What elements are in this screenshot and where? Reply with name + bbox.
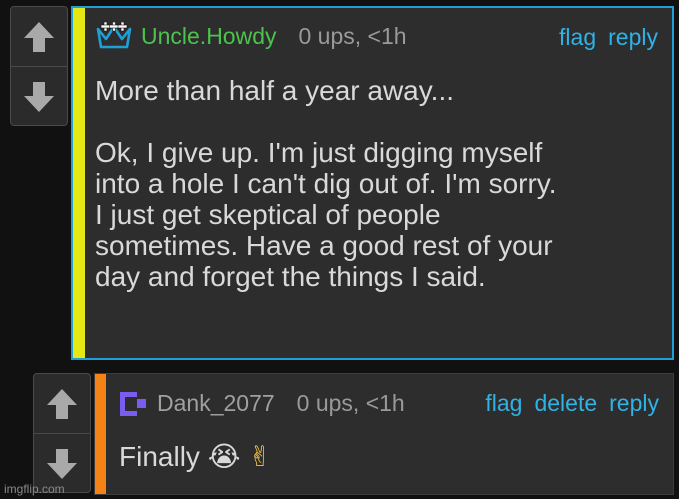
crown-icon <box>96 22 132 49</box>
comment-stats: 0 ups, <1h <box>298 22 407 49</box>
purple-pixel-icon <box>120 391 146 416</box>
upvote-arrow-icon <box>47 388 77 419</box>
downvote-button-1[interactable] <box>11 67 67 126</box>
flag-link[interactable]: flag <box>559 24 596 51</box>
comment-meta: Uncle.Howdy 0 ups, <1h <box>95 22 407 50</box>
comment-actions: flag reply <box>559 24 658 51</box>
comment-stats: 0 ups, <1h <box>296 390 405 416</box>
upvote-button-2[interactable] <box>34 374 90 433</box>
watermark: imgflip.com <box>4 482 65 496</box>
loudly-crying-emoji: 😭 <box>207 440 241 473</box>
comment-accent-bar <box>73 8 85 358</box>
comment-meta: Dank_2077 0 ups, <1h <box>119 390 405 417</box>
comment-accent-bar <box>95 374 106 494</box>
vote-column-1 <box>10 6 68 126</box>
comment-body: More than half a year away... Ok, I give… <box>95 75 557 292</box>
delete-link[interactable]: delete <box>534 390 597 417</box>
comment-body: Finally 😭 ✌ <box>119 441 272 472</box>
comment-1: Uncle.Howdy 0 ups, <1h flag reply More t… <box>71 6 674 360</box>
username-link[interactable]: Dank_2077 <box>157 390 275 417</box>
username-link[interactable]: Uncle.Howdy <box>141 23 277 50</box>
downvote-arrow-icon <box>47 448 77 479</box>
comment-body-text: Finally <box>119 441 200 472</box>
upvote-button-1[interactable] <box>11 7 67 66</box>
reply-link[interactable]: reply <box>608 24 658 51</box>
upvote-arrow-icon <box>24 21 54 52</box>
vote-column-2 <box>33 373 91 493</box>
victory-hand-emoji: ✌ <box>248 440 272 473</box>
reply-link[interactable]: reply <box>609 390 659 417</box>
downvote-arrow-icon <box>24 81 54 112</box>
comment-actions: flag delete reply <box>485 390 659 417</box>
flag-link[interactable]: flag <box>485 390 522 417</box>
comment-2: Dank_2077 0 ups, <1h flag delete reply F… <box>94 373 674 495</box>
